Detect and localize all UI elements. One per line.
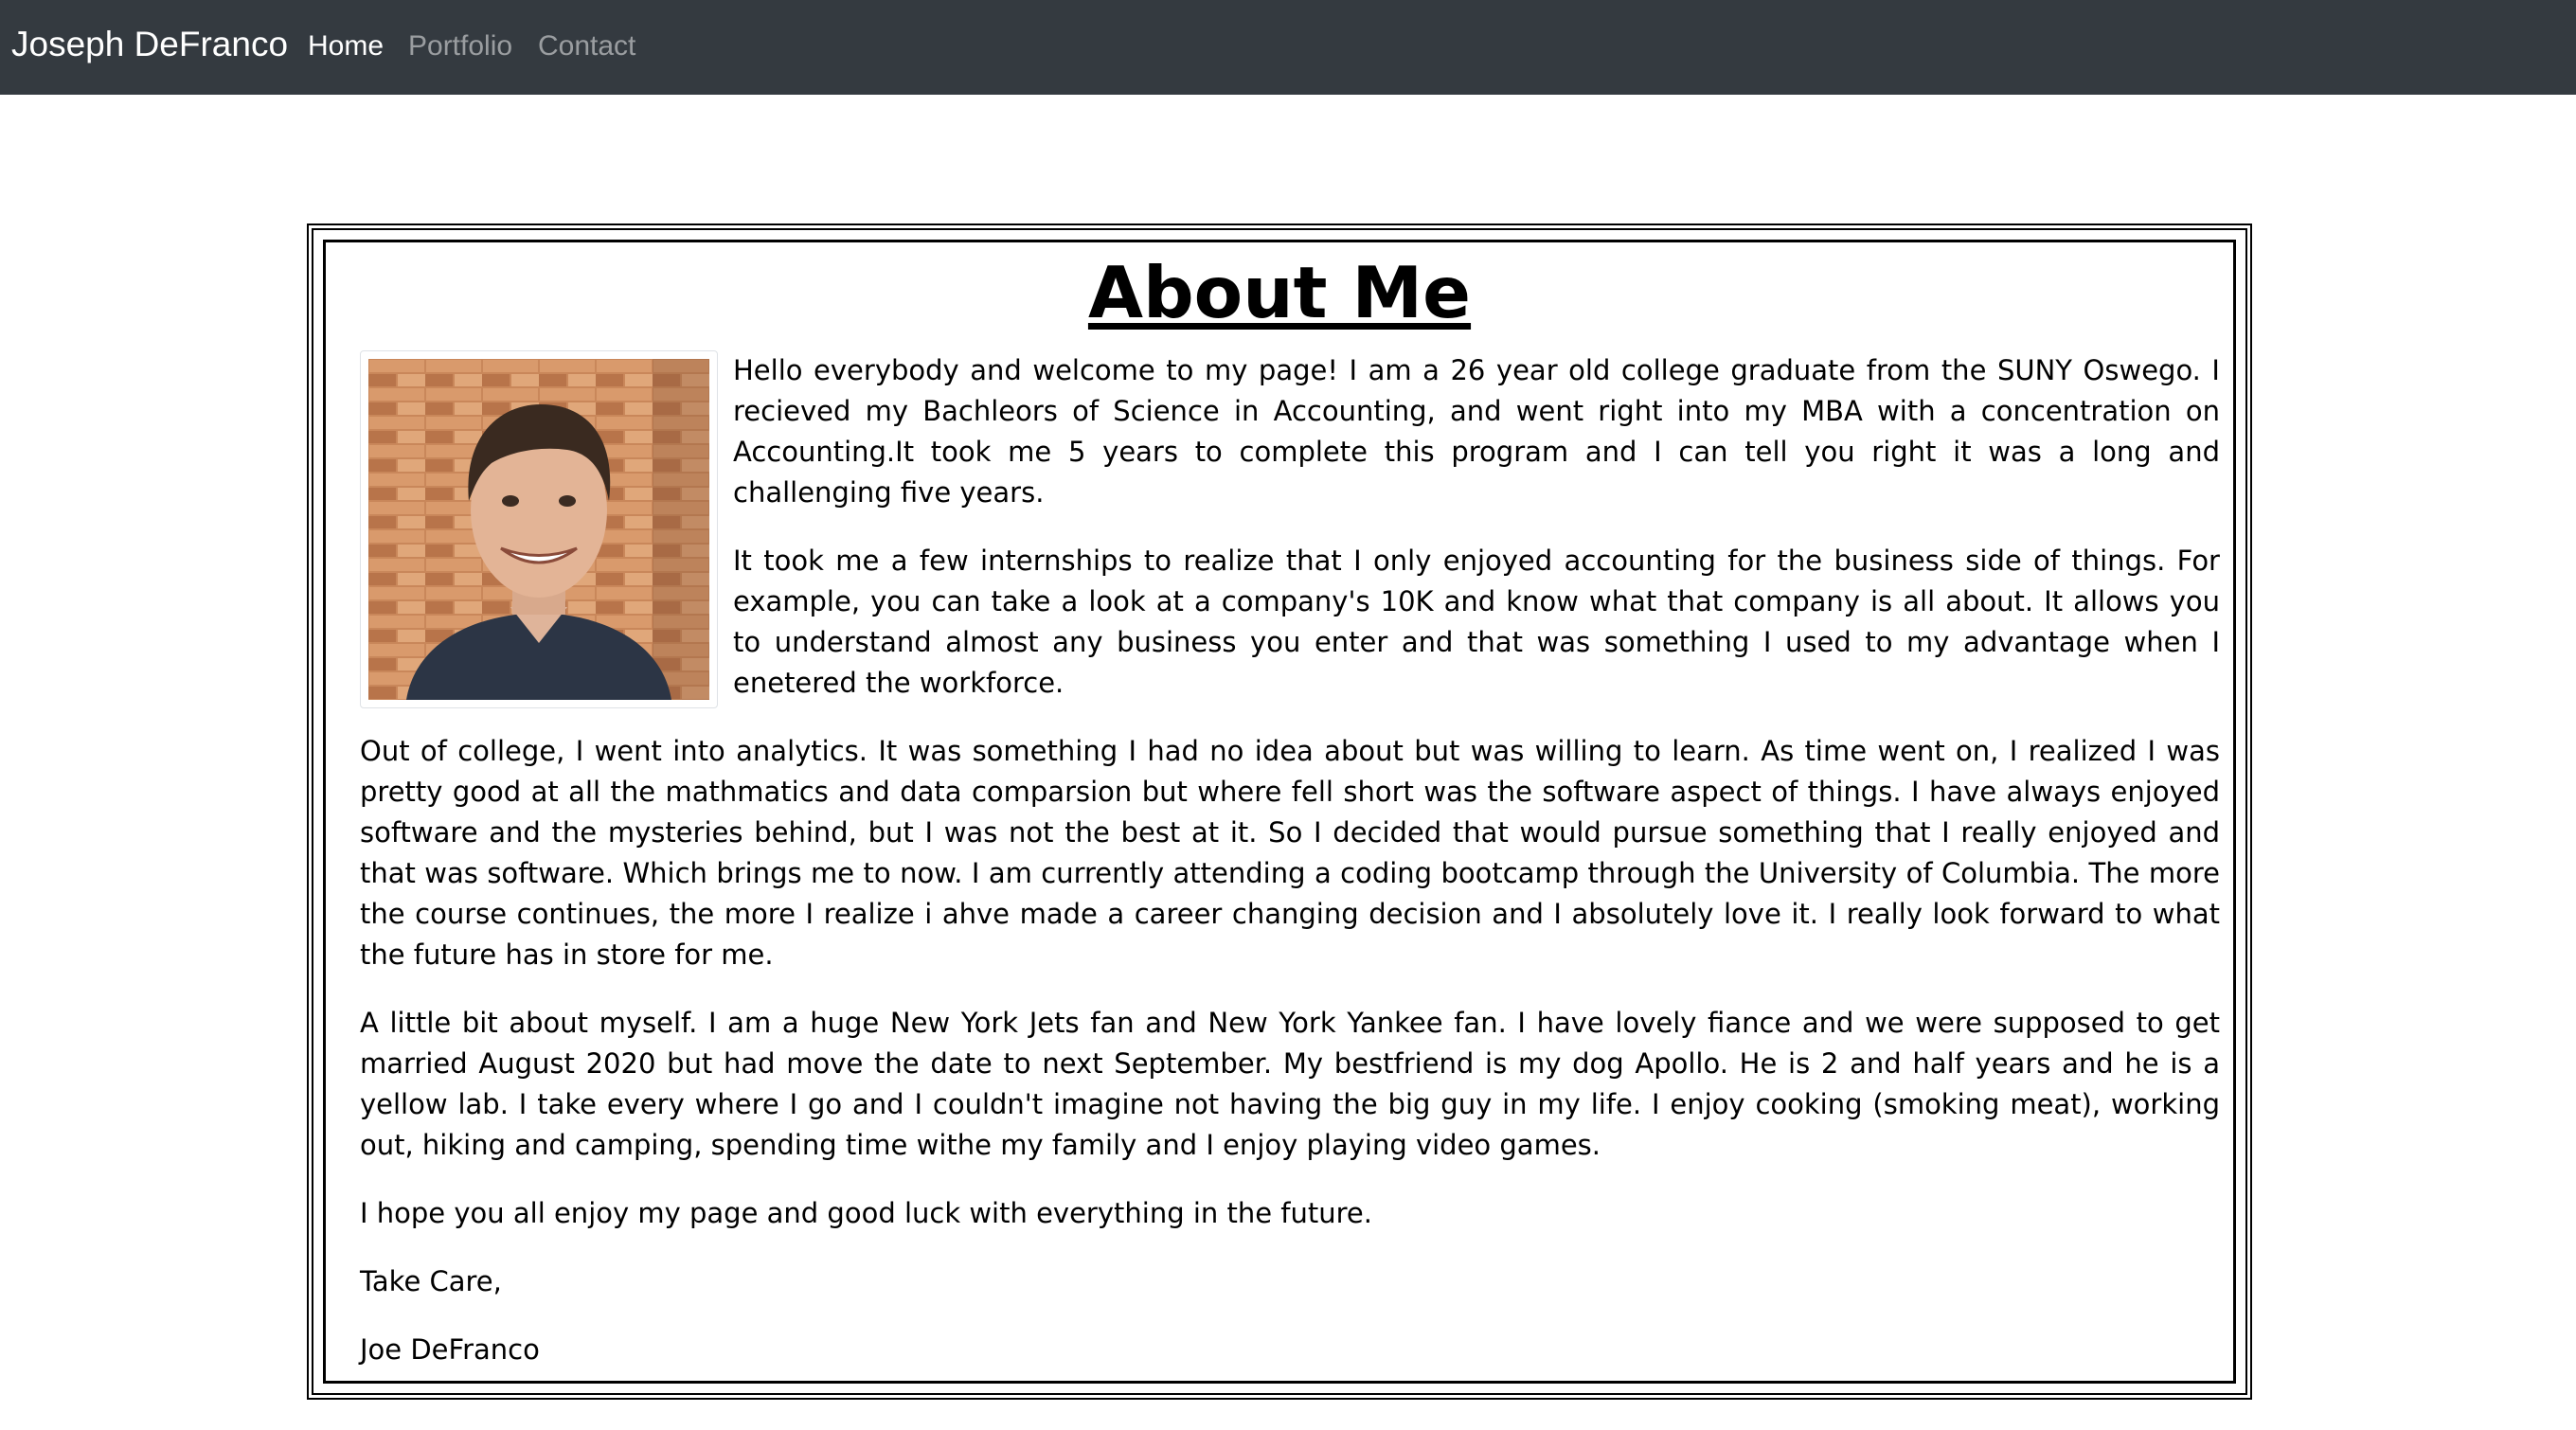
paragraph-signature: Joe DeFranco [360, 1333, 540, 1366]
profile-photo [360, 350, 718, 708]
about-me-frame: About Me Hello everybody and welcome to … [307, 223, 2252, 1400]
paragraph-personal: A little bit about myself. I am a huge N… [360, 1007, 2220, 1161]
nav-link-contact[interactable]: Contact [538, 30, 635, 63]
paragraph-closing: I hope you all enjoy my page and good lu… [360, 1197, 1372, 1229]
page-title: About Me [1087, 251, 1472, 334]
paragraph-sign-off: Take Care, [360, 1265, 502, 1297]
paragraph-analytics: Out of college, I went into analytics. I… [360, 735, 2220, 971]
about-me-content: Hello everybody and welcome to my page! … [360, 350, 2220, 1398]
navbar-brand[interactable]: Joseph DeFranco [11, 25, 288, 64]
nav-link-home[interactable]: Home [308, 30, 384, 63]
about-me-inner-border: About Me Hello everybody and welcome to … [323, 240, 2236, 1384]
navbar: Joseph DeFranco Home Portfolio Contact [0, 0, 2576, 95]
nav-link-portfolio[interactable]: Portfolio [408, 30, 512, 63]
profile-photo-image [368, 359, 709, 700]
